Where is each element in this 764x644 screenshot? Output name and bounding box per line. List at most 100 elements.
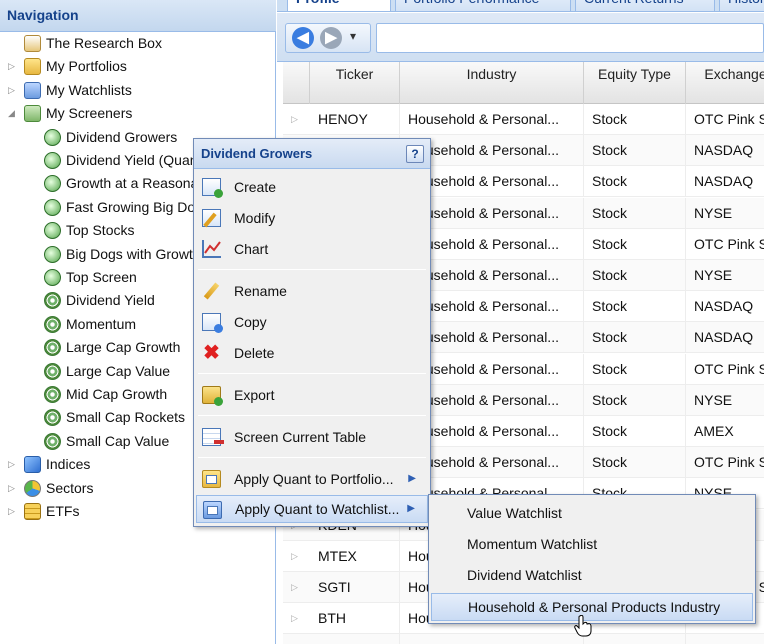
row-expander-icon[interactable]: ▷ [291, 541, 298, 572]
industry-column-header[interactable]: Industry [400, 62, 584, 104]
table-row[interactable]: ▷ [283, 634, 764, 644]
menu-item-copy[interactable]: Copy [196, 308, 428, 336]
exchange-cell: NYSE [686, 385, 764, 416]
forward-icon[interactable]: ▶ [320, 27, 342, 49]
menu-item-apply-quant-to-portfolio[interactable]: Apply Quant to Portfolio... ▶ [196, 465, 428, 493]
menu-item-create[interactable]: Create [196, 173, 428, 201]
address-input[interactable] [376, 23, 764, 53]
tree-item-label: Large Cap Growth [66, 339, 181, 356]
expander-icon[interactable]: ▷ [8, 55, 16, 78]
menu-separator [198, 269, 426, 270]
menu-item-apply-quant-to-watchlist[interactable]: Apply Quant to Watchlist... ▶ [196, 495, 428, 523]
row-expander-icon[interactable]: ▷ [291, 603, 298, 634]
type-cell: Stock [584, 104, 686, 135]
exchange-cell: OTC Pink Sheets [686, 229, 764, 260]
tree-item-label: ETFs [46, 503, 80, 519]
submenu-arrow-icon: ▶ [408, 473, 416, 484]
menu-separator [198, 373, 426, 374]
tree-item-the-research-box[interactable]: The Research Box [0, 32, 276, 55]
help-icon[interactable]: ? [406, 145, 424, 163]
hand-cursor-icon [574, 615, 592, 637]
tab-historical[interactable]: Historical [719, 0, 764, 12]
tree-item-label: My Watchlists [46, 81, 132, 98]
tab-portfolio-performance[interactable]: Portfolio Performance [395, 0, 571, 12]
exchange-cell: NASDAQ [686, 166, 764, 197]
exchange-cell [686, 634, 764, 644]
ticker-cell: HENOY [310, 104, 400, 135]
submenu-item-value-watchlist[interactable]: Value Watchlist [431, 499, 753, 527]
submenu-item-household-personal-products[interactable]: Household & Personal Products Industry [431, 593, 753, 621]
menu-item-export[interactable]: Export [196, 381, 428, 409]
tree-item-label: Large Cap Value [66, 362, 171, 379]
row-expander-icon[interactable]: ▷ [291, 572, 298, 603]
delete-icon: ✖ [203, 342, 220, 364]
exchange-cell: AMEX [686, 416, 764, 447]
row-expander-icon[interactable]: ▷ [291, 104, 298, 135]
screen-target-icon [44, 386, 61, 403]
tree-item-my-screeners[interactable]: ◢ My Screeners [0, 102, 276, 125]
exchange-column-header[interactable]: Exchange [686, 62, 764, 104]
etfs-icon [24, 503, 41, 520]
history-dropdown-icon[interactable]: ▾ [350, 29, 356, 43]
expander-icon[interactable]: ▷ [8, 79, 16, 102]
equity-type-column-header[interactable]: Equity Type [584, 62, 686, 104]
menu-item-label: Chart [234, 241, 269, 257]
expander-icon[interactable]: ▷ [8, 477, 16, 500]
menu-item-delete[interactable]: ✖ Delete [196, 339, 428, 367]
menu-item-rename[interactable]: Rename [196, 277, 428, 305]
menu-item-label: Screen Current Table [234, 429, 367, 445]
quant-screen-icon [44, 198, 61, 216]
research-box-icon [24, 35, 41, 52]
back-icon[interactable]: ◀ [292, 27, 314, 49]
tree-item-my-watchlists[interactable]: ▷ My Watchlists [0, 79, 276, 102]
tree-item-label: Dividend Growers [66, 128, 178, 145]
tree-item-my-portfolios[interactable]: ▷ My Portfolios [0, 55, 276, 78]
exchange-cell: OTC Pink Sheets [686, 447, 764, 478]
menu-item-screen-current-table[interactable]: Screen Current Table [196, 423, 428, 451]
watchlist-folder-icon [24, 81, 41, 99]
modify-icon [202, 209, 221, 228]
expander-icon[interactable]: ◢ [8, 102, 16, 125]
type-cell: Stock [584, 135, 686, 167]
type-cell: Stock [584, 228, 686, 260]
ticker-column-header[interactable]: Ticker [310, 62, 400, 104]
menu-item-label: Copy [234, 314, 267, 330]
type-cell: Stock [584, 416, 686, 447]
quant-screen-icon [44, 128, 61, 146]
quant-screen-icon [44, 269, 61, 286]
screen-target-icon [44, 362, 61, 380]
screen-target-icon [44, 315, 61, 333]
screener-folder-icon [24, 105, 41, 123]
expander-icon[interactable]: ▷ [8, 500, 16, 523]
table-row[interactable]: ▷ HENOY Household & Personal... Stock OTC Pi… [283, 104, 764, 135]
submenu-item-momentum-watchlist[interactable]: Momentum Watchlist [431, 530, 753, 558]
menu-item-chart[interactable]: Chart [196, 235, 428, 263]
indices-icon [24, 456, 41, 474]
exchange-cell: NYSE [686, 198, 764, 229]
type-cell: Stock [584, 322, 686, 354]
menu-item-modify[interactable]: Modify [196, 204, 428, 232]
grid-header: Ticker Industry Equity Type Exchange [283, 62, 764, 104]
apply-portfolio-icon [202, 470, 221, 488]
context-menu-title: Dividend Growers [194, 139, 430, 169]
tab-current-returns[interactable]: Current Returns [575, 0, 715, 12]
export-icon [202, 386, 223, 406]
row-expander-icon[interactable]: ▷ [291, 634, 298, 644]
submenu-item-dividend-watchlist[interactable]: Dividend Watchlist [431, 561, 753, 589]
menu-item-label: Rename [234, 283, 287, 299]
tree-item-label: Sectors [46, 479, 94, 496]
expander-icon[interactable]: ▷ [8, 453, 16, 476]
ticker-cell: BTH [310, 603, 400, 635]
tree-item-label: Fast Growing Big Dogs [66, 198, 210, 215]
create-icon [202, 178, 223, 198]
menu-separator [198, 415, 426, 416]
tab-profile[interactable]: Profile [287, 0, 391, 12]
exchange-cell: OTC Pink Sheets [686, 354, 764, 385]
exchange-cell: OTC Pink Sheets [686, 104, 764, 135]
exchange-cell: NASDAQ [686, 135, 764, 166]
tree-item-label: Big Dogs with Growth [66, 245, 201, 262]
expander-column-header [283, 62, 310, 104]
tree-item-label: Small Cap Value [66, 432, 170, 449]
type-cell: Stock [584, 447, 686, 479]
menu-separator [198, 457, 426, 458]
